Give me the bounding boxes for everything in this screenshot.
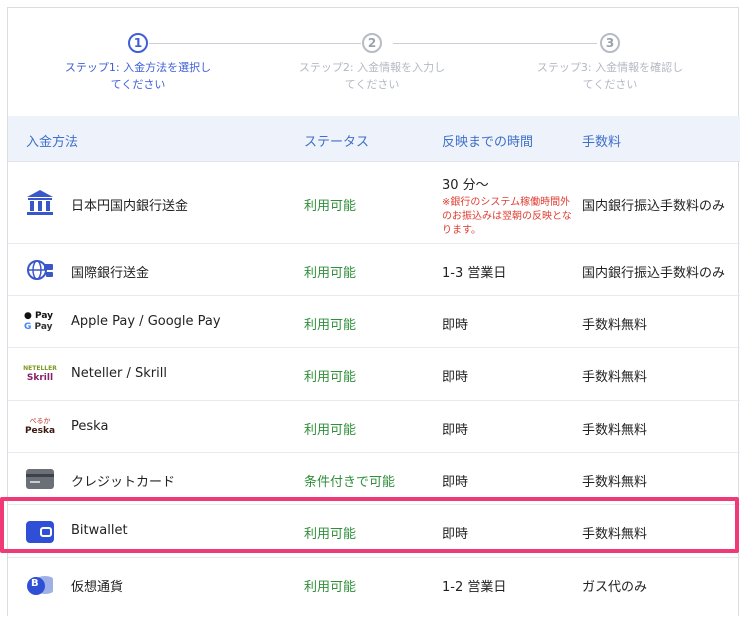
time-value: 即時: [442, 475, 469, 490]
time-note: ※銀行のシステム稼働時間外のお振込みは翌朝の反映となります。: [442, 197, 572, 236]
skrill-logo-text: Skrill: [26, 372, 54, 383]
method-name: 日本円国内銀行送金: [71, 199, 189, 214]
time-value: 1-2 営業日: [442, 580, 507, 595]
method-name: Apple Pay / Google Pay: [71, 314, 221, 329]
status-badge: 利用可能: [304, 199, 357, 214]
step-1-label-line2: てください: [110, 78, 166, 91]
step-3-label-line1: ステップ3: 入金情報を確認し: [536, 61, 684, 74]
neteller-skrill-icon: NETELLER Skrill: [23, 358, 57, 390]
status-badge: 条件付きで可能: [304, 475, 396, 490]
table-row-crypto[interactable]: B 仮想通貨 利用可能 1-2 営業日 ガス代のみ: [8, 558, 740, 617]
apple-google-pay-icon: ● Pay G Pay: [24, 306, 56, 338]
method-name: クレジットカード: [71, 475, 176, 490]
table-row-apple-google-pay[interactable]: ● Pay G Pay Apple Pay / Google Pay 利用可能 …: [8, 296, 740, 348]
step-2-label-line2: てください: [344, 78, 400, 91]
fee-value: 国内銀行振込手数料のみ: [582, 199, 726, 214]
peska-kana-text: ぺるか: [29, 417, 51, 425]
method-name: 仮想通貨: [71, 580, 124, 595]
header-status: ステータス: [304, 135, 370, 150]
fee-value: 手数料無料: [582, 318, 648, 333]
table-row-peska[interactable]: ぺるか Peska Peska 利用可能 即時 手数料無料: [8, 401, 740, 453]
time-value: 即時: [442, 318, 469, 333]
table-header: 入金方法 ステータス 反映までの時間 手数料: [8, 116, 740, 162]
time-value: 即時: [442, 423, 469, 438]
fee-value: 手数料無料: [582, 423, 648, 438]
step-connector: [149, 43, 361, 44]
step-3-label: ステップ3: 入金情報を確認し てください: [520, 59, 700, 93]
global-transfer-icon: [24, 254, 56, 286]
google-pay-logo: G Pay: [24, 322, 53, 332]
apple-pay-text: Pay: [35, 311, 54, 321]
fee-value: 手数料無料: [582, 475, 648, 490]
time-value: 30 分〜: [442, 178, 489, 193]
crypto-coin-icon: B: [24, 568, 56, 600]
method-name: Neteller / Skrill: [71, 366, 167, 381]
time-value: 1-3 営業日: [442, 266, 507, 281]
fee-value: ガス代のみ: [582, 580, 648, 595]
fee-value: 手数料無料: [582, 370, 648, 385]
bank-icon: [24, 187, 56, 219]
table-row-international-bank[interactable]: 国際銀行送金 利用可能 1-3 営業日 国内銀行振込手数料のみ: [8, 244, 740, 296]
step-2-circle: 2: [362, 33, 382, 53]
header-method: 入金方法: [26, 135, 79, 150]
method-name: 国際銀行送金: [71, 266, 150, 281]
header-time: 反映までの時間: [442, 135, 534, 150]
status-badge: 利用可能: [304, 266, 357, 281]
table-row-domestic-bank[interactable]: 日本円国内銀行送金 利用可能 30 分〜 ※銀行のシステム稼働時間外のお振込みは…: [8, 162, 740, 244]
step-3-circle: 3: [600, 33, 620, 53]
status-badge: 利用可能: [304, 580, 357, 595]
fee-value: 国内銀行振込手数料のみ: [582, 266, 726, 281]
time-cell: 30 分〜 ※銀行のシステム稼働時間外のお振込みは翌朝の反映となります。: [442, 174, 578, 238]
step-3-label-line2: てください: [582, 78, 638, 91]
step-1-label-line1: ステップ1: 入金方法を選択し: [64, 61, 212, 74]
step-1-label: ステップ1: 入金方法を選択し てください: [48, 59, 228, 93]
header-fee: 手数料: [582, 135, 622, 150]
time-value: 即時: [442, 370, 469, 385]
neteller-logo-text: NETELLER: [23, 364, 57, 372]
step-indicator: 1 ステップ1: 入金方法を選択し てください 2 ステップ2: 入金情報を入力…: [8, 8, 740, 116]
method-name: Peska: [71, 419, 109, 434]
step-1-circle: 1: [128, 33, 148, 53]
table-row-neteller-skrill[interactable]: NETELLER Skrill Neteller / Skrill 利用可能 即…: [8, 348, 740, 401]
google-pay-text: Pay: [34, 322, 53, 332]
step-2-label: ステップ2: 入金情報を入力し てください: [282, 59, 462, 93]
peska-icon: ぺるか Peska: [24, 411, 56, 443]
bitwallet-highlight-frame: [0, 497, 739, 553]
bitcoin-symbol: B: [31, 578, 39, 589]
status-badge: 利用可能: [304, 318, 357, 333]
status-badge: 利用可能: [304, 370, 357, 385]
peska-logo-text: Peska: [24, 426, 56, 436]
status-badge: 利用可能: [304, 423, 357, 438]
step-2-label-line1: ステップ2: 入金情報を入力し: [298, 61, 446, 74]
step-connector: [393, 43, 597, 44]
credit-card-icon: [24, 463, 56, 495]
apple-pay-logo: ● Pay: [24, 311, 54, 321]
